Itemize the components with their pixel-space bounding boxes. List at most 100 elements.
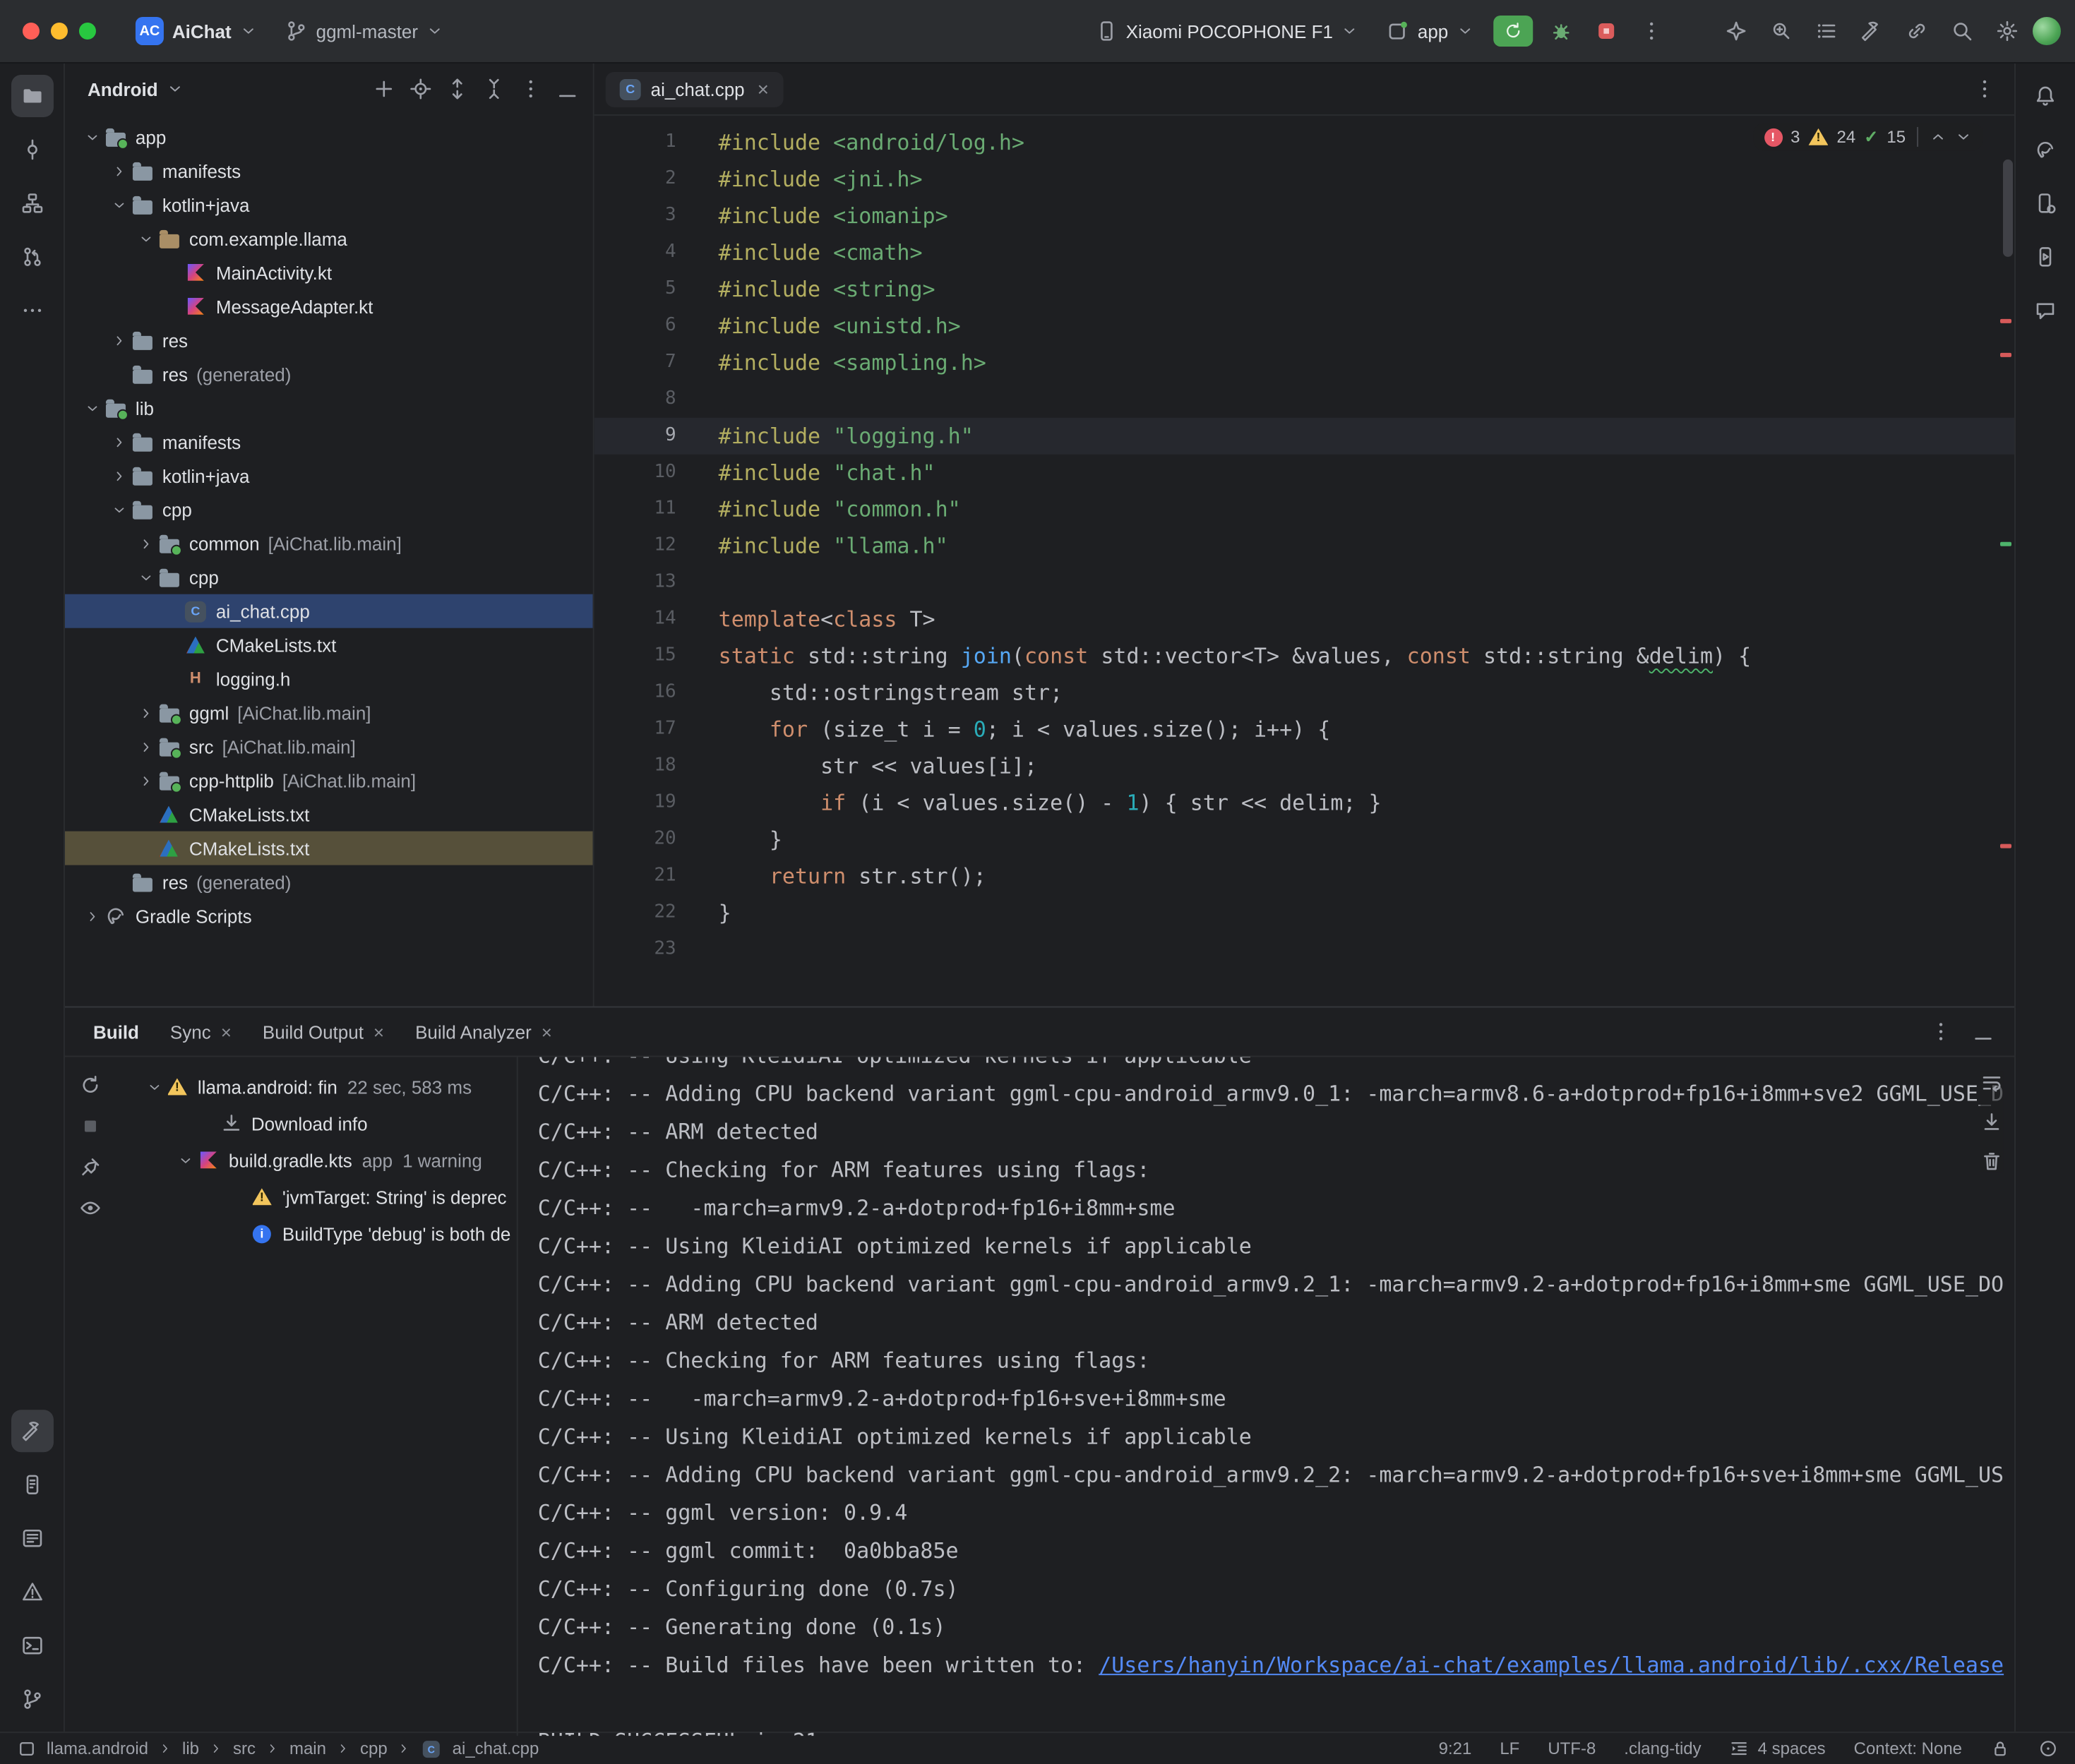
expand-all-icon[interactable] bbox=[441, 72, 474, 106]
code-area[interactable]: ! 3 ! 24 ✓ 15 1#include <android/log.h>2… bbox=[594, 116, 2014, 1007]
build-tab-sync[interactable]: Sync× bbox=[156, 1015, 246, 1048]
build-tab-build-analyzer[interactable]: Build Analyzer× bbox=[401, 1015, 566, 1048]
chevron-down-icon[interactable] bbox=[175, 1152, 195, 1168]
caret-position-widget[interactable]: 9:21 bbox=[1439, 1739, 1472, 1758]
tool-window-notifications-button[interactable] bbox=[2024, 75, 2067, 117]
lock-icon[interactable] bbox=[1990, 1739, 2010, 1758]
tree-item-com-example-llama[interactable]: com.example.llama bbox=[65, 222, 593, 256]
indent-widget[interactable]: 4 spaces bbox=[1730, 1739, 1826, 1758]
breadcrumb-item[interactable]: llama.android bbox=[47, 1739, 148, 1758]
tool-window-gradle-button[interactable] bbox=[2024, 128, 2067, 171]
tree-item-logging-h[interactable]: Hlogging.h bbox=[65, 662, 593, 696]
project-view-selector[interactable]: Android bbox=[79, 74, 192, 104]
breadcrumb-item[interactable]: src bbox=[233, 1739, 256, 1758]
code-line-2[interactable]: 2#include <jni.h> bbox=[594, 161, 2014, 198]
settings-icon[interactable] bbox=[1987, 13, 2027, 49]
breadcrumb-item[interactable]: lib bbox=[182, 1739, 199, 1758]
tree-item-ggml[interactable]: ggml[AiChat.lib.main] bbox=[65, 696, 593, 730]
search-icon[interactable] bbox=[1942, 13, 1982, 49]
tool-window-more-horizontal-button[interactable] bbox=[11, 289, 53, 332]
tree-item-messageadapter-kt[interactable]: MessageAdapter.kt bbox=[65, 289, 593, 323]
more-vertical-icon[interactable] bbox=[1924, 1014, 1958, 1048]
debug-button[interactable] bbox=[1541, 13, 1581, 49]
avatar-icon[interactable] bbox=[2033, 17, 2061, 45]
code-line-13[interactable]: 13 bbox=[594, 565, 2014, 601]
error-stripe-mark[interactable] bbox=[2000, 353, 2011, 357]
chevron-right-icon[interactable] bbox=[136, 536, 155, 551]
build-tree-item[interactable]: iBuildType 'debug' is both de bbox=[116, 1215, 517, 1252]
build-tab-build[interactable]: Build bbox=[79, 1015, 153, 1048]
code-line-12[interactable]: 12#include "llama.h" bbox=[594, 528, 2014, 565]
tree-item-app[interactable]: app bbox=[65, 120, 593, 154]
close-tab-icon[interactable]: × bbox=[542, 1021, 552, 1042]
tree-item-cpp[interactable]: cpp bbox=[65, 493, 593, 527]
stop-button[interactable] bbox=[1586, 13, 1626, 49]
tree-item-res[interactable]: res(generated) bbox=[65, 357, 593, 391]
zoom-window-button[interactable] bbox=[79, 23, 96, 40]
code-line-3[interactable]: 3#include <iomanip> bbox=[594, 198, 2014, 234]
preview-icon[interactable] bbox=[79, 1196, 102, 1219]
code-line-5[interactable]: 5#include <string> bbox=[594, 271, 2014, 308]
build-tree-item[interactable]: !'jvmTarget: String' is deprec bbox=[116, 1178, 517, 1215]
tool-window-terminal-button[interactable] bbox=[11, 1624, 53, 1667]
tree-item-kotlin-java[interactable]: kotlin+java bbox=[65, 459, 593, 493]
clear-all-icon[interactable] bbox=[1980, 1150, 2003, 1172]
minimize-window-button[interactable] bbox=[51, 23, 68, 40]
tree-item-gradle-scripts[interactable]: Gradle Scripts bbox=[65, 899, 593, 933]
editor-tab[interactable]: C ai_chat.cpp × bbox=[606, 71, 783, 107]
tree-item-kotlin-java[interactable]: kotlin+java bbox=[65, 188, 593, 222]
tree-item-cmakelists-txt[interactable]: CMakeLists.txt bbox=[65, 798, 593, 832]
code-line-4[interactable]: 4#include <cmath> bbox=[594, 234, 2014, 271]
code-line-23[interactable]: 23 bbox=[594, 932, 2014, 968]
code-line-15[interactable]: 15static std::string join(const std::vec… bbox=[594, 638, 2014, 675]
device-selector[interactable]: Xiaomi POCOPHONE F1 bbox=[1084, 14, 1370, 48]
run-button[interactable] bbox=[1493, 16, 1533, 47]
tree-item-res[interactable]: res(generated) bbox=[65, 865, 593, 899]
error-stripe-mark[interactable] bbox=[2000, 542, 2011, 546]
tree-item-mainactivity-kt[interactable]: MainActivity.kt bbox=[65, 256, 593, 289]
scroll-to-end-icon[interactable] bbox=[1980, 1110, 2003, 1133]
collapse-all-icon[interactable] bbox=[477, 72, 511, 106]
prev-problem-icon[interactable] bbox=[1930, 128, 1947, 145]
build-tools-icon[interactable] bbox=[1852, 13, 1891, 49]
tree-item-src[interactable]: src[AiChat.lib.main] bbox=[65, 730, 593, 764]
chevron-down-icon[interactable] bbox=[109, 197, 128, 212]
code-line-14[interactable]: 14template<class T> bbox=[594, 601, 2014, 638]
add-icon[interactable] bbox=[367, 72, 401, 106]
code-line-19[interactable]: 19 if (i < values.size() - 1) { str << d… bbox=[594, 785, 2014, 822]
line-separator-widget[interactable]: LF bbox=[1500, 1739, 1519, 1758]
chevron-down-icon[interactable] bbox=[109, 502, 128, 517]
tree-item-ai-chat-cpp[interactable]: Cai_chat.cpp bbox=[65, 594, 593, 628]
chevron-down-icon[interactable] bbox=[136, 231, 155, 246]
chevron-right-icon[interactable] bbox=[136, 773, 155, 788]
tool-window-problems-button[interactable] bbox=[11, 1571, 53, 1613]
chevron-down-icon[interactable] bbox=[144, 1079, 164, 1094]
locate-file-icon[interactable] bbox=[404, 72, 438, 106]
stop-disabled-icon[interactable] bbox=[79, 1115, 102, 1137]
code-line-22[interactable]: 22} bbox=[594, 895, 2014, 932]
chevron-right-icon[interactable] bbox=[136, 739, 155, 755]
breadcrumb-item[interactable]: main bbox=[289, 1739, 326, 1758]
tree-item-lib[interactable]: lib bbox=[65, 391, 593, 425]
chevron-right-icon[interactable] bbox=[109, 468, 128, 484]
tool-window-build-button[interactable] bbox=[11, 1410, 53, 1452]
tree-item-cmakelists-txt[interactable]: CMakeLists.txt bbox=[65, 832, 593, 865]
tool-window-structure-button[interactable] bbox=[11, 182, 53, 224]
code-line-10[interactable]: 10#include "chat.h" bbox=[594, 455, 2014, 491]
code-line-21[interactable]: 21 return str.str(); bbox=[594, 858, 2014, 895]
code-line-11[interactable]: 11#include "common.h" bbox=[594, 491, 2014, 528]
tree-item-cmakelists-txt[interactable]: CMakeLists.txt bbox=[65, 628, 593, 662]
inspections-widget[interactable]: ! 3 ! 24 ✓ 15 bbox=[1752, 123, 1983, 151]
pin-icon[interactable] bbox=[79, 1156, 102, 1178]
tool-window-logcat-button[interactable] bbox=[11, 1517, 53, 1559]
code-line-20[interactable]: 20 } bbox=[594, 822, 2014, 858]
tool-window-project-folder-button[interactable] bbox=[11, 75, 53, 117]
project-selector[interactable]: AC AiChat bbox=[124, 11, 268, 51]
clang-tidy-widget[interactable]: .clang-tidy bbox=[1624, 1739, 1701, 1758]
build-tree-item[interactable]: Download info bbox=[116, 1105, 517, 1141]
breadcrumb-item[interactable]: ai_chat.cpp bbox=[453, 1739, 539, 1758]
build-tree-item[interactable]: build.gradle.ktsapp1 warning bbox=[116, 1141, 517, 1178]
code-line-17[interactable]: 17 for (size_t i = 0; i < values.size();… bbox=[594, 712, 2014, 748]
chevron-down-icon[interactable] bbox=[82, 129, 102, 145]
chevron-right-icon[interactable] bbox=[109, 332, 128, 348]
